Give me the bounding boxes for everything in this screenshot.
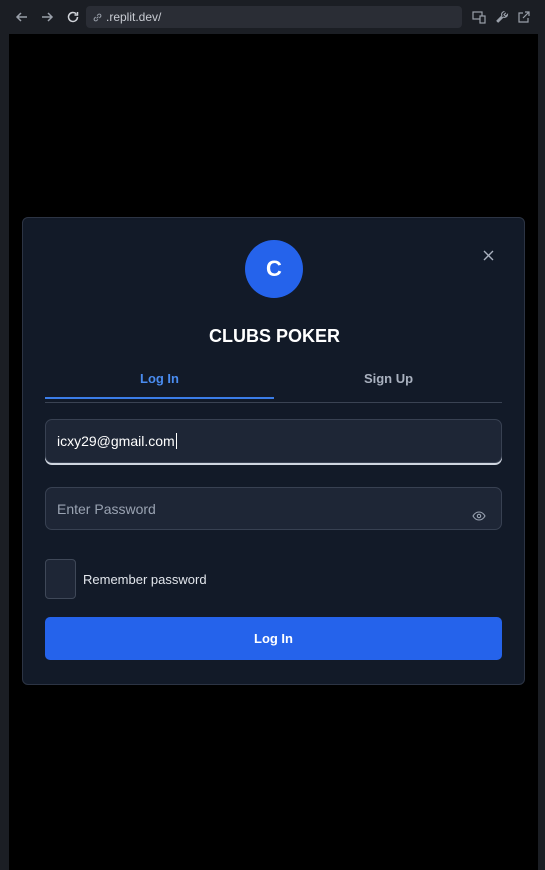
close-icon[interactable] — [480, 247, 496, 263]
login-button[interactable]: Log In — [45, 617, 502, 660]
login-modal: C CLUBS POKER Log In Sign Up icxy29@gmai… — [22, 217, 525, 685]
modal-title: CLUBS POKER — [208, 326, 340, 346]
password-field[interactable]: Enter Password — [45, 487, 502, 530]
back-icon[interactable] — [13, 8, 31, 26]
devices-icon[interactable] — [470, 8, 488, 26]
reload-icon[interactable] — [64, 8, 82, 26]
text-caret — [175, 433, 177, 449]
eye-icon[interactable] — [472, 511, 486, 521]
url-bar[interactable]: .replit.dev/ — [86, 6, 462, 28]
url-text: .replit.dev/ — [106, 10, 162, 24]
forward-icon[interactable] — [38, 8, 56, 26]
email-field[interactable]: icxy29@gmail.com — [45, 419, 502, 463]
tab-signup[interactable]: Sign Up — [274, 368, 503, 402]
remember-password-label[interactable]: Remember password — [83, 572, 207, 587]
browser-toolbar: .replit.dev/ — [0, 0, 545, 34]
tab-login[interactable]: Log In — [45, 368, 274, 399]
link-icon — [93, 13, 102, 21]
wrench-icon[interactable] — [493, 8, 511, 26]
remember-password-row: Remember password — [45, 559, 207, 599]
email-value: icxy29@gmail.com — [57, 433, 175, 449]
club-logo-avatar: C — [245, 240, 303, 298]
auth-tabs: Log In Sign Up — [45, 368, 502, 403]
browser-window: .replit.dev/ C CLUBS POKER Log In Sign U… — [0, 0, 545, 870]
remember-password-checkbox[interactable] — [45, 559, 76, 599]
open-external-icon[interactable] — [515, 8, 533, 26]
password-placeholder: Enter Password — [57, 500, 156, 517]
